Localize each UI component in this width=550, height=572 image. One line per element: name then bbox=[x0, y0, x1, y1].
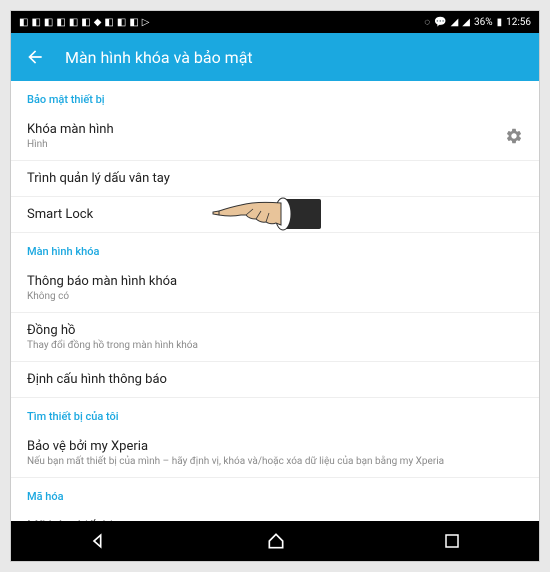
phone-frame: ◧◧◧◧◧◧◆◧◧◧▷ ◌ 💬 ◢ ◢ 36% ▮ 12:56 Màn hình… bbox=[10, 10, 540, 562]
item-title: Thông báo màn hình khóa bbox=[27, 274, 523, 289]
item-title: Bảo vệ bởi my Xperia bbox=[27, 439, 523, 454]
nav-recent-icon[interactable] bbox=[443, 532, 461, 550]
item-config-notifications[interactable]: Định cấu hình thông báo bbox=[11, 362, 539, 398]
item-sub: Hình bbox=[27, 139, 505, 150]
status-left-icons: ◧◧◧◧◧◧◆◧◧◧▷ bbox=[19, 17, 149, 28]
battery-pct: 36% bbox=[474, 17, 493, 28]
item-title: Mã hóa thiết bị bbox=[27, 519, 523, 521]
item-title: Đồng hồ bbox=[27, 323, 523, 338]
section-device-security: Bảo mật thiết bị bbox=[11, 81, 539, 112]
item-lock-notifications[interactable]: Thông báo màn hình khóa Không có bbox=[11, 264, 539, 313]
clock-text: 12:56 bbox=[506, 17, 531, 28]
item-screen-lock[interactable]: Khóa màn hình Hình bbox=[11, 112, 539, 161]
item-fingerprint[interactable]: Trình quản lý dấu vân tay bbox=[11, 161, 539, 197]
nav-bar bbox=[11, 521, 539, 561]
item-sub: Không có bbox=[27, 291, 523, 302]
section-encryption: Mã hóa bbox=[11, 478, 539, 509]
item-title: Định cấu hình thông báo bbox=[27, 372, 523, 387]
item-title: Smart Lock bbox=[27, 207, 523, 222]
chat-icon: 💬 bbox=[434, 17, 446, 28]
signal-icon: ◢ bbox=[462, 17, 470, 28]
item-sub: Nếu bạn mất thiết bị của mình – hãy định… bbox=[27, 456, 523, 467]
back-icon[interactable] bbox=[25, 47, 45, 67]
app-bar: Màn hình khóa và bảo mật bbox=[11, 33, 539, 81]
section-find-device: Tìm thiết bị của tôi bbox=[11, 398, 539, 429]
item-my-xperia[interactable]: Bảo vệ bởi my Xperia Nếu bạn mất thiết b… bbox=[11, 429, 539, 478]
nav-home-icon[interactable] bbox=[266, 531, 286, 551]
item-sub: Thay đổi đồng hồ trong màn hình khóa bbox=[27, 340, 523, 351]
item-encrypt-device[interactable]: Mã hóa thiết bị bbox=[11, 509, 539, 521]
item-clock[interactable]: Đồng hồ Thay đổi đồng hồ trong màn hình … bbox=[11, 313, 539, 362]
nav-back-icon[interactable] bbox=[89, 531, 109, 551]
notif-icon: ◌ bbox=[424, 17, 430, 28]
section-lock-screen: Màn hình khóa bbox=[11, 233, 539, 264]
settings-content[interactable]: Bảo mật thiết bị Khóa màn hình Hình Trìn… bbox=[11, 81, 539, 521]
item-title: Khóa màn hình bbox=[27, 122, 505, 137]
item-title: Trình quản lý dấu vân tay bbox=[27, 171, 523, 186]
gear-icon[interactable] bbox=[505, 127, 523, 145]
status-bar: ◧◧◧◧◧◧◆◧◧◧▷ ◌ 💬 ◢ ◢ 36% ▮ 12:56 bbox=[11, 11, 539, 33]
battery-icon: ▮ bbox=[497, 17, 503, 28]
item-smart-lock[interactable]: Smart Lock bbox=[11, 197, 539, 233]
page-title: Màn hình khóa và bảo mật bbox=[65, 48, 253, 67]
wifi-icon: ◢ bbox=[451, 17, 459, 28]
status-right-icons: ◌ 💬 ◢ ◢ 36% ▮ 12:56 bbox=[424, 17, 531, 28]
